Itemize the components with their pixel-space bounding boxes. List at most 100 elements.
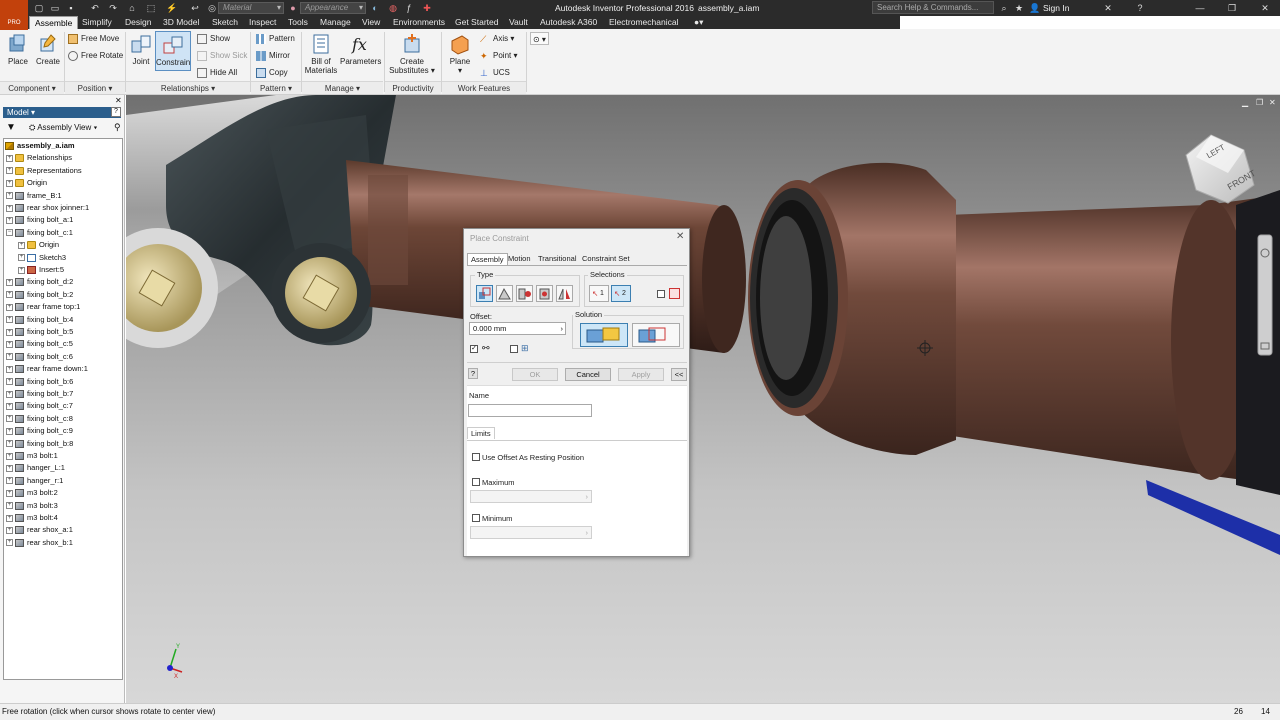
favorites-icon[interactable]: ★ xyxy=(1014,3,1024,13)
graphics-window[interactable]: Y X LEFT FRONT ▁ ❐ ✕ xyxy=(126,95,1280,707)
productivity-panel-label[interactable]: Productivity xyxy=(385,81,441,94)
tab-3d-model[interactable]: 3D Model xyxy=(163,17,199,27)
ucs-button[interactable]: ⊥ UCS xyxy=(480,66,510,79)
expand-icon[interactable]: + xyxy=(6,477,13,485)
expand-icon[interactable]: + xyxy=(6,192,13,200)
save-icon[interactable]: ▪ xyxy=(66,3,76,13)
expand-icon[interactable]: + xyxy=(6,378,13,386)
browser-node[interactable]: + Insert:5 xyxy=(18,264,64,276)
collapse-button[interactable]: << xyxy=(671,368,687,381)
name-input[interactable] xyxy=(468,404,592,417)
constrain-button[interactable]: Constrain xyxy=(155,31,191,71)
minimize-icon[interactable]: — xyxy=(1185,1,1215,15)
mate-solution-button[interactable] xyxy=(580,323,628,347)
tab-limits[interactable]: Limits xyxy=(467,427,495,439)
browser-node[interactable]: + fixing bolt_a:1 xyxy=(6,214,73,226)
tab-tools[interactable]: Tools xyxy=(288,17,308,27)
show-preview-checkbox[interactable]: ✓ xyxy=(470,345,478,353)
expand-icon[interactable]: + xyxy=(6,427,13,435)
measure-icon[interactable]: ◎ xyxy=(207,3,217,13)
browser-node[interactable]: + m3 bolt:2 xyxy=(6,487,58,499)
plane-button[interactable]: Plane ▾ xyxy=(446,33,474,75)
browser-node[interactable]: + fixing bolt_c:9 xyxy=(6,425,73,437)
browser-node[interactable]: + rear shox_a:1 xyxy=(6,524,73,536)
material-combo[interactable]: Material xyxy=(218,2,284,14)
browser-header[interactable]: Model ▾ xyxy=(3,107,121,118)
create-substitutes-button[interactable]: Create Substitutes ▾ xyxy=(388,33,436,75)
browser-node[interactable]: assembly_a.iam xyxy=(5,140,75,152)
axis-button[interactable]: ⟋ Axis ▾ xyxy=(480,32,514,45)
browser-node[interactable]: + m3 bolt:1 xyxy=(6,450,58,462)
browser-node[interactable]: − fixing bolt_c:1 xyxy=(6,227,73,239)
tab-get-started[interactable]: Get Started xyxy=(455,17,498,27)
expand-icon[interactable]: + xyxy=(6,502,13,510)
copy-button[interactable]: Copy xyxy=(256,66,288,79)
minimum-checkbox[interactable] xyxy=(472,514,480,522)
expand-icon[interactable]: + xyxy=(18,254,25,262)
browser-node[interactable]: + fixing bolt_b:6 xyxy=(6,376,73,388)
tab-inspect[interactable]: Inspect xyxy=(249,17,276,27)
browser-node[interactable]: + fixing bolt_b:8 xyxy=(6,438,73,450)
expand-icon[interactable]: + xyxy=(6,440,13,448)
flush-solution-button[interactable] xyxy=(632,323,680,347)
expand-icon[interactable]: + xyxy=(6,179,13,187)
expand-icon[interactable]: + xyxy=(6,452,13,460)
browser-node[interactable]: + hanger_r:1 xyxy=(6,475,63,487)
viewport-close-icon[interactable]: ✕ xyxy=(1269,98,1276,107)
tab-simplify[interactable]: Simplify xyxy=(82,17,112,27)
expand-icon[interactable]: + xyxy=(6,365,13,373)
browser-node[interactable]: + Sketch3 xyxy=(18,252,66,264)
browser-close-icon[interactable]: ✕ xyxy=(115,96,122,105)
adjust-icon[interactable]: ◍ xyxy=(388,3,398,13)
open-icon[interactable]: ▭ xyxy=(50,3,60,13)
undo-icon[interactable]: ↶ xyxy=(90,3,100,13)
expand-icon[interactable]: + xyxy=(6,278,13,286)
browser-help-icon[interactable]: ? xyxy=(111,107,121,117)
tab-environments[interactable]: Environments xyxy=(393,17,445,27)
tab-view[interactable]: View xyxy=(362,17,380,27)
relationships-panel-label[interactable]: Relationships ▾ xyxy=(126,81,250,94)
tab-design[interactable]: Design xyxy=(125,17,151,27)
home-icon[interactable]: ⌂ xyxy=(127,3,137,13)
browser-node[interactable]: + rear shox_b:1 xyxy=(6,537,73,549)
expand-icon[interactable]: + xyxy=(6,340,13,348)
browser-node[interactable]: + Origin xyxy=(6,177,47,189)
place-button[interactable]: Place xyxy=(5,33,31,66)
select-icon[interactable]: ⬚ xyxy=(146,3,156,13)
browser-node[interactable]: + fixing bolt_b:5 xyxy=(6,326,73,338)
cancel-button[interactable]: Cancel xyxy=(565,368,611,381)
browser-node[interactable]: + Relationships xyxy=(6,152,72,164)
tangent-type-icon[interactable] xyxy=(516,285,533,302)
tab-motion[interactable]: Motion xyxy=(505,253,534,265)
browser-node[interactable]: + fixing bolt_c:7 xyxy=(6,400,73,412)
browser-node[interactable]: + Origin xyxy=(18,239,59,251)
expand-icon[interactable]: + xyxy=(6,415,13,423)
browser-node[interactable]: + fixing bolt_c:6 xyxy=(6,351,73,363)
browser-node[interactable]: + fixing bolt_b:4 xyxy=(6,314,73,326)
browser-node[interactable]: + frame_B:1 xyxy=(6,190,62,202)
selection-2-button[interactable]: ↖ 2 xyxy=(611,285,631,302)
free-rotate-button[interactable]: Free Rotate xyxy=(68,49,123,62)
browser-node[interactable]: + rear frame down:1 xyxy=(6,363,88,375)
tab-transitional[interactable]: Transitional xyxy=(535,253,580,265)
navigation-bar[interactable] xyxy=(1257,234,1273,356)
sign-in-link[interactable]: Sign In xyxy=(1043,3,1069,13)
expand-icon[interactable]: + xyxy=(18,266,25,274)
assembly-view-dropdown[interactable]: ⛭ Assembly View ▾ xyxy=(29,123,97,133)
return-icon[interactable]: ↩ xyxy=(190,3,200,13)
update-icon[interactable]: ⚡ xyxy=(166,3,177,13)
expand-icon[interactable]: + xyxy=(6,291,13,299)
mate-type-icon[interactable] xyxy=(476,285,493,302)
expand-icon[interactable]: + xyxy=(6,539,13,547)
user-icon[interactable]: 👤 xyxy=(1029,3,1040,13)
show-button[interactable]: Show xyxy=(197,32,230,45)
tab-vault[interactable]: Vault xyxy=(509,17,528,27)
tab-assemble[interactable]: Assemble xyxy=(29,16,79,29)
redo-icon[interactable]: ↷ xyxy=(108,3,118,13)
expand-icon[interactable]: + xyxy=(6,464,13,472)
expand-icon[interactable]: + xyxy=(6,489,13,497)
viewport-restore-icon[interactable]: ❐ xyxy=(1256,98,1263,107)
browser-node[interactable]: + m3 bolt:4 xyxy=(6,512,58,524)
tab-manage[interactable]: Manage xyxy=(320,17,351,27)
expand-icon[interactable]: + xyxy=(6,167,13,175)
